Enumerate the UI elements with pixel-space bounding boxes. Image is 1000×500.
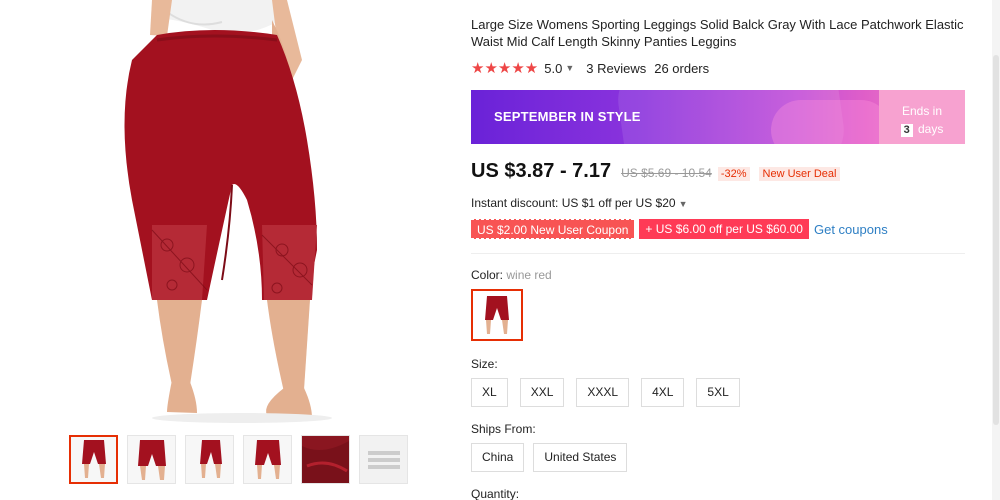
rating-row: ★★★★★ 5.0 ▼ 3 Reviews 26 orders xyxy=(471,59,709,77)
store-coupon[interactable]: + US $6.00 off per US $60.00 xyxy=(639,219,809,239)
star-rating-icon: ★★★★★ xyxy=(471,60,539,77)
days-label: days xyxy=(917,122,944,136)
color-swatch-image xyxy=(485,296,509,334)
thumbnail-image xyxy=(137,439,166,480)
size-option-4xl[interactable]: 4XL xyxy=(641,378,685,407)
thumbnail-5[interactable] xyxy=(301,435,350,484)
new-user-deal-badge: New User Deal xyxy=(758,167,841,181)
quantity-label: Quantity: xyxy=(471,487,520,500)
divider xyxy=(471,253,965,254)
coupon-row: US $2.00 New User Coupon + US $6.00 off … xyxy=(471,219,888,239)
original-price: US $5.69 - 10.54 xyxy=(621,166,712,180)
thumbnail-image xyxy=(302,441,349,483)
thumbnail-image xyxy=(254,439,281,479)
scrollbar-thumb[interactable] xyxy=(993,55,999,425)
promo-banner[interactable]: SEPTEMBER IN STYLE Ends in 3 days xyxy=(471,90,965,144)
thumbnail-4[interactable] xyxy=(243,435,292,484)
size-option-5xl[interactable]: 5XL xyxy=(696,378,740,407)
days-remaining: 3 days xyxy=(879,120,965,138)
thumbnail-6[interactable] xyxy=(359,435,408,484)
get-coupons-link[interactable]: Get coupons xyxy=(814,222,888,237)
new-user-coupon[interactable]: US $2.00 New User Coupon xyxy=(471,219,635,239)
ships-from-options: China United States xyxy=(471,443,628,472)
product-title: Large Size Womens Sporting Leggings Soli… xyxy=(471,17,964,49)
size-label: Size: xyxy=(471,357,498,371)
main-product-image[interactable] xyxy=(72,0,408,425)
ships-from-label: Ships From: xyxy=(471,422,536,436)
banner-decoration xyxy=(771,100,891,144)
current-price: US $3.87 - 7.17 xyxy=(471,160,612,182)
orders-count: 26 orders xyxy=(654,60,710,76)
discount-badge: -32% xyxy=(717,167,750,181)
days-count: 3 xyxy=(900,124,913,137)
size-option-xxl[interactable]: XXL xyxy=(519,378,565,407)
page-scrollbar[interactable] xyxy=(992,0,1000,500)
instant-discount[interactable]: Instant discount: US $1 off per US $20 ▼ xyxy=(471,196,700,210)
instant-discount-text: Instant discount: US $1 off per US $20 xyxy=(471,196,676,210)
reviews-link[interactable]: 3 Reviews xyxy=(586,61,646,76)
banner-title: SEPTEMBER IN STYLE xyxy=(494,109,641,124)
color-option-wine-red[interactable] xyxy=(471,289,523,341)
size-options: XL XXL XXXL 4XL 5XL xyxy=(471,378,740,407)
selected-color: wine red xyxy=(506,268,552,282)
ships-option-united-states[interactable]: United States xyxy=(533,443,628,472)
price-row: US $3.87 - 7.17 US $5.69 - 10.54 -32% Ne… xyxy=(471,160,841,183)
thumbnail-image xyxy=(367,450,400,469)
chevron-down-icon[interactable]: ▼ xyxy=(565,63,574,73)
rating-value[interactable]: 5.0 xyxy=(544,61,562,76)
ends-in-label: Ends in xyxy=(901,104,943,118)
size-option-xxxl[interactable]: XXXL xyxy=(576,378,630,407)
thumbnail-strip xyxy=(69,435,408,484)
thumbnail-1[interactable] xyxy=(69,435,118,484)
ships-option-china[interactable]: China xyxy=(471,443,525,472)
size-option-xl[interactable]: XL xyxy=(471,378,508,407)
thumbnail-2[interactable] xyxy=(127,435,176,484)
thumbnail-3[interactable] xyxy=(185,435,234,484)
color-label: Color: wine red xyxy=(471,268,552,282)
product-photo xyxy=(124,0,332,423)
banner-countdown: Ends in 3 days xyxy=(879,90,965,144)
color-label-text: Color: xyxy=(471,268,504,282)
thumbnail-image xyxy=(81,439,106,478)
thumbnail-image xyxy=(199,439,222,478)
chevron-down-icon[interactable]: ▼ xyxy=(679,199,688,209)
